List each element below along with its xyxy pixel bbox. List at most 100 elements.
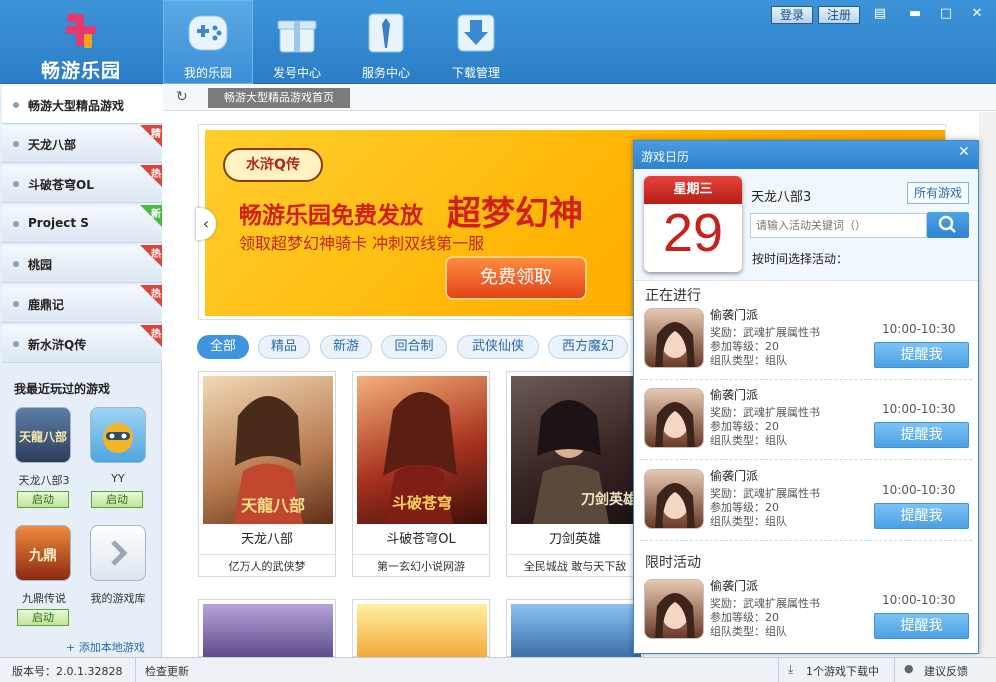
category-all[interactable]: 全部 xyxy=(197,335,249,359)
event-avatar xyxy=(644,579,704,639)
game-card-desc: 全民城战 敢与天下敌 xyxy=(507,554,643,576)
sidebar-item-project-s[interactable]: Project S 新 xyxy=(2,205,162,243)
remind-me-button[interactable]: 提醒我 xyxy=(874,613,969,639)
nav-gift-center[interactable]: 发号中心 xyxy=(252,0,342,84)
event-name: 偷袭门派 xyxy=(710,469,759,483)
bullet-icon xyxy=(13,301,19,307)
minimize-icon[interactable]: ▬ xyxy=(906,6,924,22)
category-western-fantasy[interactable]: 西方魔幻 xyxy=(548,335,628,359)
close-icon[interactable]: ✕ xyxy=(968,6,986,22)
badge-hot: 热 xyxy=(140,245,162,267)
launch-button[interactable]: 启动 xyxy=(91,491,143,508)
game-icon-jiuding[interactable]: 九鼎 xyxy=(15,525,71,581)
event-team-type: 组队类型：组队 xyxy=(710,434,787,447)
game-card[interactable] xyxy=(198,599,336,658)
remind-me-button[interactable]: 提醒我 xyxy=(874,503,969,529)
sidebar-item-label: 鹿鼎记 xyxy=(28,298,65,312)
tab-home[interactable]: 畅游大型精品游戏首页 xyxy=(208,88,350,108)
divider xyxy=(135,658,136,682)
sidebar-item-shuihu[interactable]: 新水浒Q传 热 xyxy=(2,325,162,363)
event-row: 偷袭门派 奖励：武魂扩展属性书 参加等级：20 组队类型：组队 10:00-10… xyxy=(640,304,972,380)
close-icon[interactable]: ✕ xyxy=(958,144,970,160)
date-tile: 星期三 29 xyxy=(644,176,742,272)
nav-my-park[interactable]: 我的乐园 xyxy=(163,0,253,84)
launch-button[interactable]: 启动 xyxy=(17,609,69,626)
sidebar-item-dpcq[interactable]: 斗破苍穹OL 热 xyxy=(2,165,162,203)
remind-me-button[interactable]: 提醒我 xyxy=(874,422,969,448)
all-games-button[interactable]: 所有游戏 xyxy=(907,182,969,204)
divider xyxy=(894,658,895,682)
service-icon xyxy=(368,13,404,53)
sidebar-item-taoyuan[interactable]: 桃园 热 xyxy=(2,245,162,283)
banner-cta-button[interactable]: 免费领取 xyxy=(445,256,587,300)
event-row: 偷袭门派 奖励：武魂扩展属性书 参加等级：20 组队类型：组队 10:00-10… xyxy=(640,575,972,651)
badge-hot: 热 xyxy=(140,165,162,187)
recent-game-name: 我的游戏库 xyxy=(90,592,146,605)
nav-label: 下载管理 xyxy=(451,66,500,80)
event-avatar xyxy=(644,308,704,368)
nav-download-manager[interactable]: 下载管理 xyxy=(431,0,521,84)
category-new[interactable]: 新游 xyxy=(320,335,372,359)
calendar-game-name: 天龙八部3 xyxy=(751,190,812,205)
game-card-dpcq[interactable]: 斗破苍穹 斗破苍穹OL 第一玄幻小说网游 xyxy=(352,371,490,577)
nav-service-center[interactable]: 服务中心 xyxy=(341,0,431,84)
svg-text:九鼎: 九鼎 xyxy=(28,547,57,564)
logo-mark-icon xyxy=(66,13,96,48)
remind-me-button[interactable]: 提醒我 xyxy=(874,342,969,368)
sidebar-item-ludingji[interactable]: 鹿鼎记 热 xyxy=(2,285,162,323)
skin-icon[interactable]: ▤ xyxy=(871,6,889,22)
game-art xyxy=(203,604,333,658)
search-button[interactable] xyxy=(927,212,969,238)
game-card[interactable] xyxy=(352,599,490,658)
game-card-name: 天龙八部 xyxy=(240,532,293,547)
downloads-status[interactable]: 1个游戏下载中 xyxy=(806,663,879,679)
yy-icon[interactable] xyxy=(90,407,146,463)
login-button[interactable]: 登录 xyxy=(771,6,813,24)
game-card[interactable] xyxy=(506,599,644,658)
divider xyxy=(778,658,779,682)
game-card-djyx[interactable]: 刀剑英雄 刀剑英雄 全民城战 敢与天下敌 xyxy=(506,371,644,577)
sidebar-item-tlbb[interactable]: 天龙八部 精 xyxy=(2,125,162,163)
weekday-label: 星期三 xyxy=(644,176,742,204)
content-scrollbar[interactable] xyxy=(979,112,996,657)
event-row: 偷袭门派 奖励：武魂扩展属性书 参加等级：20 组队类型：组队 10:00-10… xyxy=(640,384,972,460)
banner-headline-big: 超梦幻神 xyxy=(447,194,583,234)
feedback-icon: ● xyxy=(904,662,914,675)
game-library-button[interactable] xyxy=(90,525,146,581)
launch-button[interactable]: 启动 xyxy=(17,491,69,508)
ongoing-section-title: 正在进行 xyxy=(645,288,701,304)
svg-text:斗破苍穹: 斗破苍穹 xyxy=(392,494,452,512)
category-wuxia[interactable]: 武侠仙侠 xyxy=(457,335,539,359)
maximize-icon[interactable]: □ xyxy=(937,6,955,22)
game-card-tlbb[interactable]: 天龍八部 天龙八部 亿万人的武侠梦 xyxy=(198,371,336,577)
sidebar-item-featured[interactable]: 畅游大型精品游戏 xyxy=(2,86,162,124)
category-turn-based[interactable]: 回合制 xyxy=(381,335,447,359)
bullet-icon xyxy=(13,181,19,187)
gift-icon xyxy=(277,20,317,53)
game-art: 天龍八部 xyxy=(203,376,333,524)
download-icon: ⤓ xyxy=(788,662,794,676)
svg-text:刀剑英雄: 刀剑英雄 xyxy=(581,491,637,508)
feedback-link[interactable]: 建议反馈 xyxy=(924,663,968,679)
bullet-icon xyxy=(13,141,19,147)
game-card-name: 斗破苍穹OL xyxy=(386,532,456,547)
event-team-type: 组队类型：组队 xyxy=(710,625,787,638)
event-row: 偷袭门派 奖励：武魂扩展属性书 参加等级：20 组队类型：组队 10:00-10… xyxy=(640,465,972,541)
activity-search-input[interactable] xyxy=(750,213,927,238)
refresh-icon[interactable]: ↻ xyxy=(176,90,190,104)
category-premium[interactable]: 精品 xyxy=(258,335,310,359)
event-team-type: 组队类型：组队 xyxy=(710,354,787,367)
register-button[interactable]: 注册 xyxy=(818,6,860,24)
gamepad-icon xyxy=(188,15,228,51)
game-card-name: 刀剑英雄 xyxy=(548,532,601,547)
banner-headline: 畅游乐园免费发放 xyxy=(239,203,423,229)
app-name: 畅游乐园 xyxy=(40,60,121,82)
version-label: 版本号：2.0.1.32828 xyxy=(12,665,123,678)
event-time: 10:00-10:30 xyxy=(882,322,956,336)
add-local-game-link[interactable]: + 添加本地游戏 xyxy=(66,639,145,655)
event-avatar xyxy=(644,388,704,448)
game-icon-tlbb3[interactable]: 天龍八部 xyxy=(15,407,71,463)
calendar-header: 游戏日历 ✕ xyxy=(634,141,978,169)
date-number: 29 xyxy=(662,203,724,263)
check-update-link[interactable]: 检查更新 xyxy=(145,663,189,679)
